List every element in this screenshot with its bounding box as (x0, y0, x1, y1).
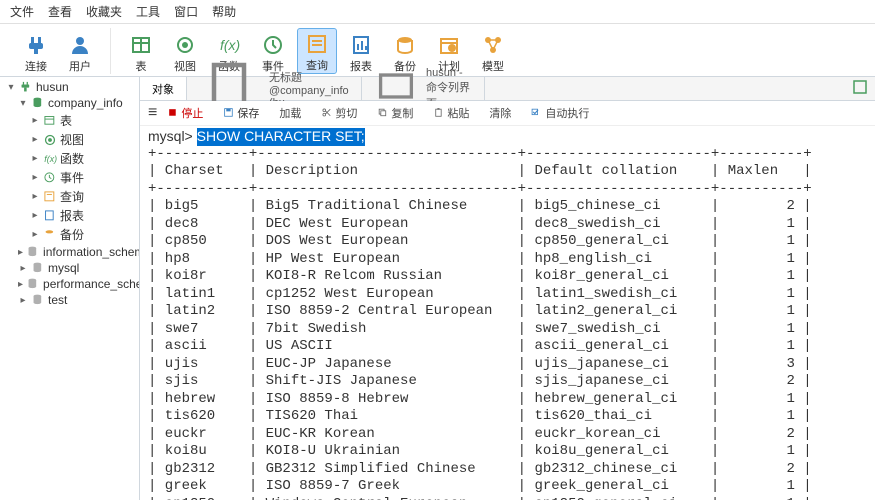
tree-item-查询[interactable]: ▸查询 (0, 187, 139, 206)
cut-action[interactable]: 剪切 (321, 105, 357, 121)
tree-twisty-icon[interactable]: ▸ (30, 153, 40, 164)
load-action[interactable]: 加载 (279, 105, 301, 121)
tree-twisty-icon[interactable]: ▸ (30, 191, 40, 202)
tree-twisty-icon[interactable]: ▾ (6, 82, 16, 93)
tree-item-视图[interactable]: ▸视图 (0, 130, 139, 149)
tree-twisty-icon[interactable]: ▸ (30, 210, 40, 221)
tree-item-事件[interactable]: ▸事件 (0, 168, 139, 187)
menu-item-工具[interactable]: 工具 (136, 3, 160, 20)
menu-item-文件[interactable]: 文件 (10, 3, 34, 20)
menu-item-收藏夹[interactable]: 收藏夹 (86, 3, 122, 20)
copy-action[interactable]: 复制 (377, 105, 413, 121)
tree-twisty-icon[interactable]: ▸ (30, 134, 40, 145)
tree-twisty-icon[interactable]: ▾ (18, 98, 28, 109)
tree-twisty-icon[interactable]: ▸ (30, 229, 40, 240)
editor-tab[interactable]: 对象 (140, 77, 187, 100)
menu-item-窗口[interactable]: 窗口 (174, 3, 198, 20)
stop-action[interactable]: 停止 (167, 105, 203, 121)
user-button[interactable]: 用户 (60, 28, 100, 74)
tree-item-company_info[interactable]: ▾company_info (0, 95, 139, 111)
tree-item-表[interactable]: ▸表 (0, 111, 139, 130)
menu-bar: 文件查看收藏夹工具窗口帮助 (0, 0, 875, 24)
autorun-action[interactable]: 自动执行 (531, 105, 589, 121)
editor-tab[interactable]: husun - 命令列界面 (362, 77, 486, 100)
clear-action[interactable]: 清除 (489, 105, 511, 121)
query-toolbar: ≡ 停止 保存 加载 剪切 复制 粘贴 清除 自动执行 (140, 101, 875, 126)
table-button[interactable]: 表 (121, 28, 161, 74)
sql-statement: SHOW CHARACTER SET; (197, 128, 365, 146)
editor-tab[interactable]: 无标题 @company_info (hu… (187, 77, 362, 100)
paste-action[interactable]: 粘贴 (433, 105, 469, 121)
editor-tabs: 对象无标题 @company_info (hu…husun - 命令列界面 (140, 77, 875, 101)
tree-twisty-icon[interactable]: ▸ (18, 247, 23, 258)
query-button[interactable]: 查询 (297, 28, 337, 74)
menu-item-帮助[interactable]: 帮助 (212, 3, 236, 20)
tree-item-performance_schema[interactable]: ▸performance_schema (0, 276, 139, 292)
sql-prompt: mysql> (148, 128, 197, 146)
model-button[interactable]: 模型 (473, 28, 513, 74)
tree-item-husun[interactable]: ▾husun (0, 79, 139, 95)
tree-item-函数[interactable]: ▸f(x)函数 (0, 149, 139, 168)
tree-twisty-icon[interactable]: ▸ (30, 172, 40, 183)
connect-button[interactable]: 连接 (16, 28, 56, 74)
close-icon[interactable] (845, 80, 875, 97)
svg-text:f(x): f(x) (44, 154, 57, 164)
tree-item-备份[interactable]: ▸备份 (0, 225, 139, 244)
tree-twisty-icon[interactable]: ▸ (18, 263, 28, 274)
hamburger-icon[interactable]: ≡ (148, 104, 157, 122)
tree-twisty-icon[interactable]: ▸ (30, 115, 40, 126)
svg-text:f(x): f(x) (220, 37, 240, 53)
tree-item-mysql[interactable]: ▸mysql (0, 260, 139, 276)
tree-item-test[interactable]: ▸test (0, 292, 139, 308)
tree-item-information_schema[interactable]: ▸information_schema (0, 244, 139, 260)
sql-terminal[interactable]: mysql> SHOW CHARACTER SET;+-----------+-… (140, 126, 875, 500)
tree-twisty-icon[interactable]: ▸ (18, 279, 23, 290)
save-action[interactable]: 保存 (223, 105, 259, 121)
tree-item-报表[interactable]: ▸报表 (0, 206, 139, 225)
tree-twisty-icon[interactable]: ▸ (18, 295, 28, 306)
menu-item-查看[interactable]: 查看 (48, 3, 72, 20)
sidebar-tree: ▾husun▾company_info▸表▸视图▸f(x)函数▸事件▸查询▸报表… (0, 77, 140, 500)
